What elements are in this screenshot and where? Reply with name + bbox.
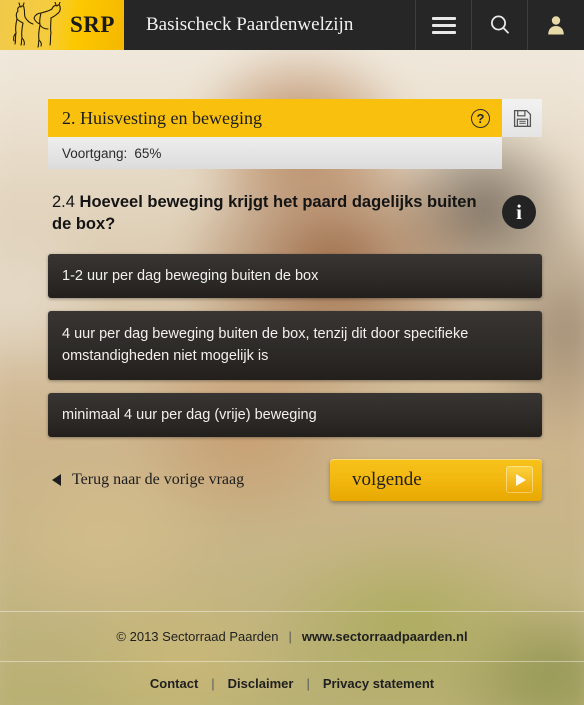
footer-link-contact[interactable]: Contact: [150, 676, 198, 691]
progress-status: Voortgang: 65%: [48, 137, 502, 169]
answer-option[interactable]: minimaal 4 uur per dag (vrije) beweging: [48, 392, 542, 437]
menu-button[interactable]: [416, 0, 472, 50]
answer-options: 1-2 uur per dag beweging buiten de box 4…: [48, 253, 542, 437]
right-triangle-icon: [506, 466, 533, 494]
section-header-row: 2. Huisvesting en beweging ?: [48, 99, 542, 137]
section-title: 2. Huisvesting en beweging: [62, 107, 262, 128]
footer-link-disclaimer[interactable]: Disclaimer: [228, 676, 294, 691]
app-header: SRP Basischeck Paardenwelzijn: [0, 0, 584, 50]
question-mark-icon[interactable]: ?: [471, 108, 490, 128]
progress-label: Voortgang:: [62, 145, 128, 161]
search-icon: [490, 15, 509, 34]
answer-option[interactable]: 1-2 uur per dag beweging buiten de box: [48, 253, 542, 298]
progress-value: 65%: [134, 145, 162, 161]
logo-text: SRP: [70, 12, 115, 37]
footer-separator: |: [288, 629, 292, 644]
footer-separator: |: [306, 676, 310, 691]
account-button[interactable]: [528, 0, 584, 50]
app-title: Basischeck Paardenwelzijn: [124, 0, 416, 50]
info-icon[interactable]: i: [502, 195, 536, 229]
next-button-label: volgende: [352, 468, 422, 490]
left-triangle-icon: [52, 473, 61, 486]
floppy-disk-save-icon: [513, 109, 531, 127]
page-footer: © 2013 Sectorraad Paarden | www.sectorra…: [0, 611, 584, 705]
back-link-label: Terug naar de vorige vraag: [72, 470, 245, 488]
section-header: 2. Huisvesting en beweging ?: [48, 99, 502, 137]
question-text: 2.4 Hoeveel beweging krijgt het paard da…: [48, 191, 492, 236]
footer-copyright: © 2013 Sectorraad Paarden: [116, 629, 279, 644]
question-body: Hoeveel beweging krijgt het paard dageli…: [52, 193, 477, 234]
footer-copyright-row: © 2013 Sectorraad Paarden | www.sectorra…: [0, 612, 584, 661]
answer-option[interactable]: 4 uur per dag beweging buiten de box, te…: [48, 310, 542, 380]
page-root: SRP Basischeck Paardenwelzijn 2. Huisves…: [0, 0, 584, 705]
hamburger-menu-icon: [431, 13, 456, 38]
footer-links-row: Contact | Disclaimer | Privacy statement: [0, 662, 584, 705]
question-panel: 2. Huisvesting en beweging ? Voortgang: …: [48, 99, 542, 501]
search-button[interactable]: [472, 0, 528, 50]
footer-link-privacy[interactable]: Privacy statement: [323, 676, 434, 691]
question-number: 2.4: [52, 193, 75, 211]
navigation-row: Terug naar de vorige vraag volgende: [48, 458, 542, 501]
footer-separator: |: [211, 676, 215, 691]
srp-logo[interactable]: SRP: [0, 0, 124, 50]
next-button[interactable]: volgende: [330, 458, 542, 501]
save-button[interactable]: [502, 99, 542, 137]
user-account-icon: [548, 16, 564, 35]
back-link[interactable]: Terug naar de vorige vraag: [48, 471, 244, 489]
two-horses-logo-icon: [13, 2, 61, 48]
footer-website-link[interactable]: www.sectorraadpaarden.nl: [302, 629, 468, 644]
question-block: 2.4 Hoeveel beweging krijgt het paard da…: [48, 191, 542, 236]
